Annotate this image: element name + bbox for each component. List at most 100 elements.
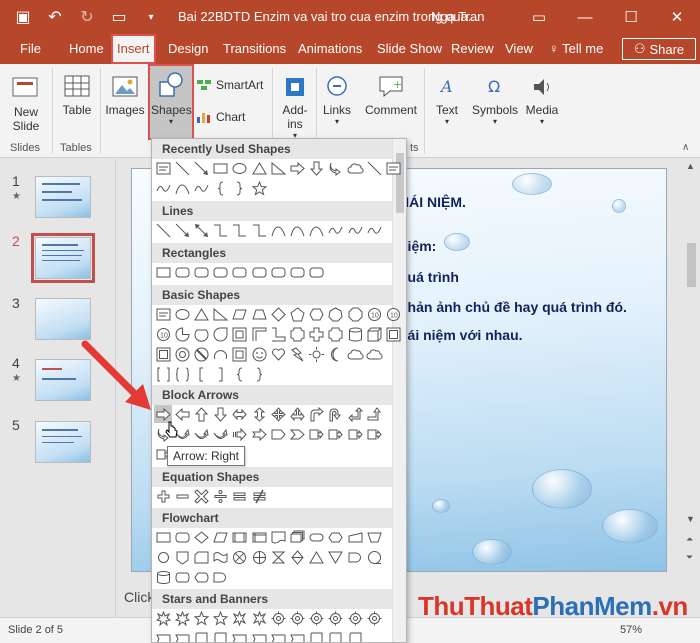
shape-textbox[interactable] <box>384 159 402 177</box>
shape-lshape[interactable] <box>269 325 287 343</box>
shape-lbrace[interactable] <box>212 179 230 197</box>
shape-quadarrow[interactable] <box>269 405 287 423</box>
shape-fprocess[interactable] <box>154 528 172 546</box>
shape-hept[interactable] <box>327 305 345 323</box>
shape-star8[interactable] <box>231 609 249 627</box>
present-icon[interactable]: ▭ <box>110 7 128 27</box>
shape-rect[interactable] <box>154 263 172 281</box>
text-button[interactable]: A Text ▾ <box>430 74 464 126</box>
shape-rrect[interactable] <box>269 263 287 281</box>
customize-qat-icon[interactable]: ▾ <box>142 12 160 23</box>
shape-scroll[interactable] <box>327 629 345 642</box>
shape-circnum[interactable]: 10 <box>365 305 383 323</box>
shape-star5[interactable] <box>192 609 210 627</box>
shape-star5[interactable] <box>250 179 268 197</box>
shape-fcard[interactable] <box>192 548 210 566</box>
user-name[interactable]: Nga Tran <box>431 9 484 24</box>
tab-animations[interactable]: Animations <box>298 41 362 56</box>
shape-gear[interactable] <box>346 609 364 627</box>
shape-moon[interactable] <box>327 345 345 363</box>
shape-ftape[interactable] <box>212 548 230 566</box>
shape-line[interactable] <box>173 159 191 177</box>
shape-hex[interactable] <box>308 305 326 323</box>
images-button[interactable]: Images <box>104 74 146 117</box>
shape-scroll[interactable] <box>212 629 230 642</box>
shape-scroll[interactable] <box>192 629 210 642</box>
maximize-icon[interactable]: ☐ <box>608 0 654 34</box>
shape-bolt[interactable] <box>288 345 306 363</box>
shape-falt[interactable] <box>173 528 191 546</box>
shape-pentagon[interactable] <box>269 425 287 443</box>
shape-sun[interactable] <box>308 345 326 363</box>
scroll-up-icon[interactable]: ▲ <box>686 161 695 171</box>
shape-curve[interactable] <box>288 221 306 239</box>
shape-minus[interactable] <box>173 487 191 505</box>
shape-scroll[interactable] <box>346 629 364 642</box>
shape-scribble[interactable] <box>154 179 172 197</box>
slide-thumbnail-5[interactable] <box>35 421 91 463</box>
shape-gear[interactable] <box>308 609 326 627</box>
shape-dblarrow[interactable] <box>192 221 210 239</box>
shape-lrarrow[interactable] <box>231 405 249 423</box>
shape-rtri[interactable] <box>212 305 230 323</box>
shape-callout[interactable] <box>365 425 383 443</box>
zoom-level[interactable]: 57% <box>620 624 642 636</box>
shape-fconn[interactable] <box>154 548 172 566</box>
save-icon[interactable]: ▣ <box>14 7 32 27</box>
shape-fmerge[interactable] <box>327 548 345 566</box>
shape-curve[interactable] <box>269 221 287 239</box>
smartart-button[interactable]: SmartArt <box>196 78 263 92</box>
shape-cloud[interactable] <box>346 159 364 177</box>
shape-chord[interactable] <box>192 325 210 343</box>
shape-scribble[interactable] <box>327 221 345 239</box>
shape-notched[interactable] <box>250 425 268 443</box>
slide-thumbnail-2[interactable] <box>31 233 95 283</box>
shape-oval[interactable] <box>173 305 191 323</box>
shape-tear[interactable] <box>212 325 230 343</box>
shape-fsort[interactable] <box>288 548 306 566</box>
tab-transitions[interactable]: Transitions <box>223 41 286 56</box>
shape-rarrow[interactable] <box>288 159 306 177</box>
shape-lbrack[interactable] <box>192 365 210 383</box>
shape-rbrace[interactable] <box>231 179 249 197</box>
comment-button[interactable]: + Comment <box>362 74 420 117</box>
shape-mult[interactable] <box>192 487 210 505</box>
shapes-gallery[interactable]: Recently Used Shapes Lines Rectangles Ba… <box>151 138 407 643</box>
shape-rrect[interactable] <box>250 263 268 281</box>
symbols-button[interactable]: Ω Symbols ▾ <box>470 74 520 126</box>
shape-star8[interactable] <box>250 609 268 627</box>
redo-icon[interactable]: ↻ <box>78 7 96 27</box>
shape-pie[interactable] <box>173 325 191 343</box>
shape-fpredef[interactable] <box>231 528 249 546</box>
shape-gear[interactable] <box>327 609 345 627</box>
shape-udarrow[interactable] <box>250 405 268 423</box>
shape-plaque[interactable] <box>327 325 345 343</box>
shape-banner[interactable] <box>154 629 172 642</box>
shape-elbow[interactable] <box>212 221 230 239</box>
add-ins-button[interactable]: Add-ins ▾ <box>278 74 312 140</box>
tab-file[interactable]: File <box>20 41 41 56</box>
slide-thumbnail-3[interactable] <box>35 298 91 340</box>
shape-rect[interactable] <box>212 159 230 177</box>
shape-fdisplay[interactable] <box>192 568 210 586</box>
shape-rrect[interactable] <box>173 263 191 281</box>
shape-oct[interactable] <box>346 305 364 323</box>
shape-curve[interactable] <box>308 221 326 239</box>
scroll-down-icon[interactable]: ▼ <box>686 514 695 524</box>
shape-scribble[interactable] <box>192 179 210 197</box>
shape-heart[interactable] <box>269 345 287 363</box>
shape-callout[interactable] <box>346 425 364 443</box>
vertical-scrollbar[interactable]: ▲ ▼ ⏶ ⏷ <box>683 159 700 589</box>
shape-elbow[interactable] <box>250 221 268 239</box>
shape-curvedr[interactable] <box>327 159 345 177</box>
shape-fmulti[interactable] <box>288 528 306 546</box>
tab-insert[interactable]: Insert <box>111 34 156 64</box>
undo-icon[interactable]: ↶ <box>46 7 64 27</box>
shape-callout[interactable] <box>308 425 326 443</box>
shape-arrowline[interactable] <box>192 159 210 177</box>
shape-arc[interactable] <box>212 345 230 363</box>
shape-gear[interactable] <box>269 609 287 627</box>
tab-home[interactable]: Home <box>69 41 104 56</box>
shape-fsum[interactable] <box>231 548 249 566</box>
shape-fdec[interactable] <box>192 528 210 546</box>
